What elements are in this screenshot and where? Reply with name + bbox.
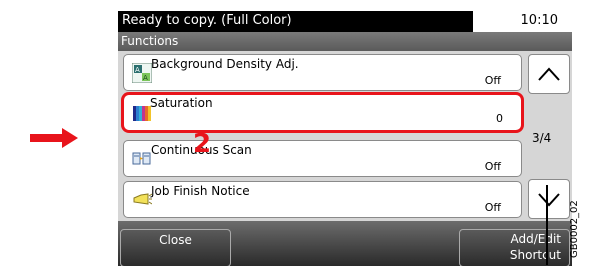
functions-header: Functions	[118, 32, 572, 51]
continuous-scan-icon	[132, 152, 151, 165]
row-value: 0	[496, 112, 503, 125]
pointer-line	[546, 185, 548, 265]
bottom-bar: Close Add/Edit Shortcut	[118, 221, 572, 266]
status-bar: Ready to copy. (Full Color) 10:10	[118, 11, 572, 32]
row-background-density[interactable]: A A Background Density Adj. Off	[123, 54, 522, 91]
add-edit-shortcut-button[interactable]: Add/Edit Shortcut	[459, 229, 570, 266]
svg-text:A: A	[135, 66, 140, 74]
figure-code-label: GB0002_02	[569, 200, 580, 258]
row-job-finish-notice[interactable]: Job Finish Notice Off	[123, 181, 522, 218]
close-button[interactable]: Close	[120, 229, 231, 266]
row-value: Off	[484, 160, 501, 173]
background-density-icon: A A	[132, 63, 152, 83]
shortcut-label-line1: Add/Edit	[510, 232, 561, 246]
scroll-down-button[interactable]	[528, 179, 570, 219]
svg-text:A: A	[143, 74, 148, 82]
red-arrow-icon	[30, 128, 78, 148]
job-finish-notice-icon	[133, 193, 152, 205]
function-list: A A Background Density Adj. Off Saturati…	[118, 51, 572, 221]
chevron-down-icon	[538, 193, 560, 207]
shortcut-label-line2: Shortcut	[509, 248, 561, 262]
saturation-icon	[133, 106, 151, 121]
page-indicator: 3/4	[532, 131, 552, 145]
row-saturation[interactable]: Saturation 0	[121, 92, 524, 133]
clock: 10:10	[520, 13, 558, 28]
row-value: Off	[484, 74, 501, 87]
row-label: Saturation	[150, 96, 213, 110]
scroll-up-button[interactable]	[528, 54, 570, 94]
close-label: Close	[159, 233, 192, 247]
step-callout-number: 2	[193, 129, 212, 159]
row-label: Job Finish Notice	[151, 184, 250, 198]
status-message-area: Ready to copy. (Full Color)	[118, 11, 473, 32]
copier-panel-screen: Ready to copy. (Full Color) 10:10 Functi…	[118, 11, 572, 266]
row-label: Background Density Adj.	[151, 57, 299, 71]
row-value: Off	[484, 201, 501, 214]
header-title: Functions	[121, 34, 179, 48]
row-continuous-scan[interactable]: Continuous Scan Off	[123, 140, 522, 177]
chevron-up-icon	[538, 67, 560, 81]
status-message: Ready to copy. (Full Color)	[122, 13, 292, 28]
